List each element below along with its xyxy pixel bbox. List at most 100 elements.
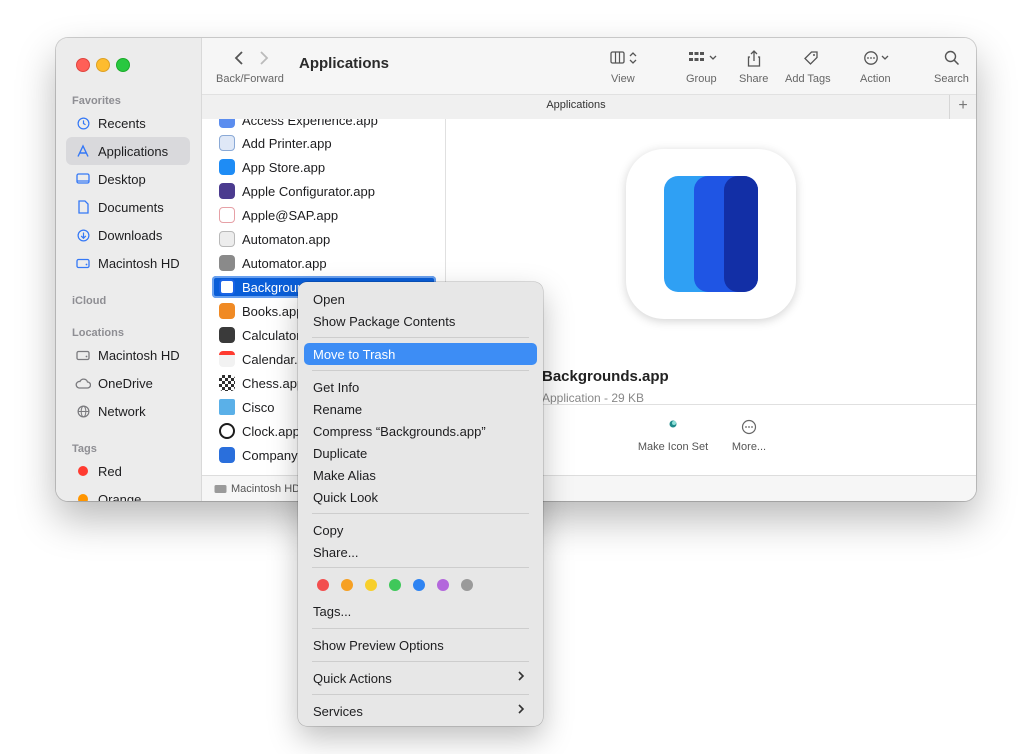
close-button[interactable] [76,58,90,72]
menu-separator [312,661,529,662]
menu-item-show-package-contents[interactable]: Show Package Contents [304,310,537,332]
list-item[interactable]: App Store.app [212,156,436,178]
list-item[interactable]: Apple Configurator.app [212,180,436,202]
menu-item-duplicate[interactable]: Duplicate [304,442,537,464]
tag-gray-icon[interactable] [461,579,473,591]
disk-icon [74,258,92,269]
menu-item-open[interactable]: Open [304,288,537,310]
list-item[interactable]: Automaton.app [212,228,436,250]
zoom-button[interactable] [116,58,130,72]
tag-red-icon[interactable] [317,579,329,591]
search-label: Search [934,73,969,85]
sidebar-item-network[interactable]: Network [66,397,190,425]
menu-item-show-preview-options[interactable]: Show Preview Options [304,634,537,656]
network-icon [74,405,92,418]
action-button[interactable] [863,50,893,69]
make-icon-set-button[interactable]: Make Icon Set [636,419,710,453]
sidebar-item-applications[interactable]: Applications [66,137,190,165]
group-button[interactable] [688,50,720,69]
list-item[interactable]: Access Experience.app [212,119,436,131]
menu-item-label: Quick Actions [313,670,392,686]
sidebar-item-label: Applications [98,143,169,159]
applications-icon [74,144,92,158]
sidebar-item-label: Desktop [98,171,146,187]
chevron-left-icon [234,51,243,65]
printer-icon [219,135,235,151]
add-tags-button[interactable] [803,50,819,69]
tag-orange-icon[interactable] [341,579,353,591]
column-view-icon [610,51,637,64]
app-icon [219,207,235,223]
context-menu: Open Show Package Contents Move to Trash… [298,282,543,726]
share-button[interactable] [747,50,761,70]
list-item[interactable]: Apple@SAP.app [212,204,436,226]
menu-item-compress[interactable]: Compress “Backgrounds.app” [304,420,537,442]
more-button[interactable]: More... [721,419,777,453]
sidebar-item-onedrive[interactable]: OneDrive [66,369,190,397]
menu-separator [312,513,529,514]
sidebar-item-tag-red[interactable]: Red [66,457,190,485]
tag-blue-icon[interactable] [413,579,425,591]
document-icon [74,200,92,214]
tag-purple-icon[interactable] [437,579,449,591]
menu-item-share[interactable]: Share... [304,541,537,563]
menu-item-copy[interactable]: Copy [304,519,537,541]
forward-button[interactable] [259,50,269,71]
configurator-icon [219,183,235,199]
menu-item-services[interactable]: Services [304,700,537,722]
file-name: Books.app [242,303,304,319]
menu-item-quick-actions[interactable]: Quick Actions [304,667,537,689]
menu-item-move-to-trash[interactable]: Move to Trash [304,343,537,365]
icloud-header: iCloud [72,295,107,307]
cloud-icon [74,377,92,389]
menu-separator [312,370,529,371]
sidebar-item-macintosh-hd-location[interactable]: Macintosh HD [66,341,190,369]
tab-applications[interactable]: Applications [202,99,950,111]
path-item-macintosh-hd[interactable]: Macintosh HD [231,483,300,495]
menu-separator [312,567,529,568]
new-tab-button[interactable]: + [949,95,976,119]
sidebar-item-label: Recents [98,115,146,131]
list-item[interactable]: Add Printer.app [212,132,436,154]
action-label: Make Icon Set [637,441,709,453]
share-icon [747,50,761,67]
add-tags-label: Add Tags [785,73,831,85]
icon-set-icon [636,419,710,441]
sidebar-item-downloads[interactable]: Downloads [66,221,190,249]
minimize-button[interactable] [96,58,110,72]
app-store-icon [219,159,235,175]
sidebar-item-tag-orange[interactable]: Orange [66,485,190,501]
file-name: Clock.app [242,423,300,439]
sidebar-item-label: OneDrive [98,375,153,391]
menu-item-quick-look[interactable]: Quick Look [304,486,537,508]
sidebar-item-desktop[interactable]: Desktop [66,165,190,193]
view-button[interactable] [610,50,642,69]
ellipsis-icon [721,419,777,441]
tag-yellow-icon[interactable] [365,579,377,591]
search-button[interactable] [944,50,960,69]
sidebar-item-label: Orange [98,491,142,502]
menu-item-get-info[interactable]: Get Info [304,376,537,398]
sidebar-item-label: Documents [98,199,164,215]
sidebar-item-documents[interactable]: Documents [66,193,190,221]
back-button[interactable] [234,50,244,71]
menu-separator [312,337,529,338]
sidebar-item-label: Red [98,463,122,479]
sidebar-item-recents[interactable]: Recents [66,109,190,137]
disk-icon [214,484,227,494]
menu-item-label: Services [313,703,363,719]
menu-item-tags[interactable]: Tags... [304,600,537,622]
file-name: Chess.app [242,375,305,391]
icon-layer-3 [724,176,758,292]
sidebar-item-label: Downloads [98,227,163,243]
tag-green-icon[interactable] [389,579,401,591]
list-item[interactable]: Automator.app [212,252,436,274]
favorites-header: Favorites [72,95,121,107]
sidebar-item-macintosh-hd[interactable]: Macintosh HD [66,249,190,277]
menu-item-make-alias[interactable]: Make Alias [304,464,537,486]
chevron-right-icon [517,702,525,718]
tab-bar: Applications + [202,94,976,120]
action-label: Action [860,73,891,85]
menu-item-rename[interactable]: Rename [304,398,537,420]
chess-icon [219,375,235,391]
